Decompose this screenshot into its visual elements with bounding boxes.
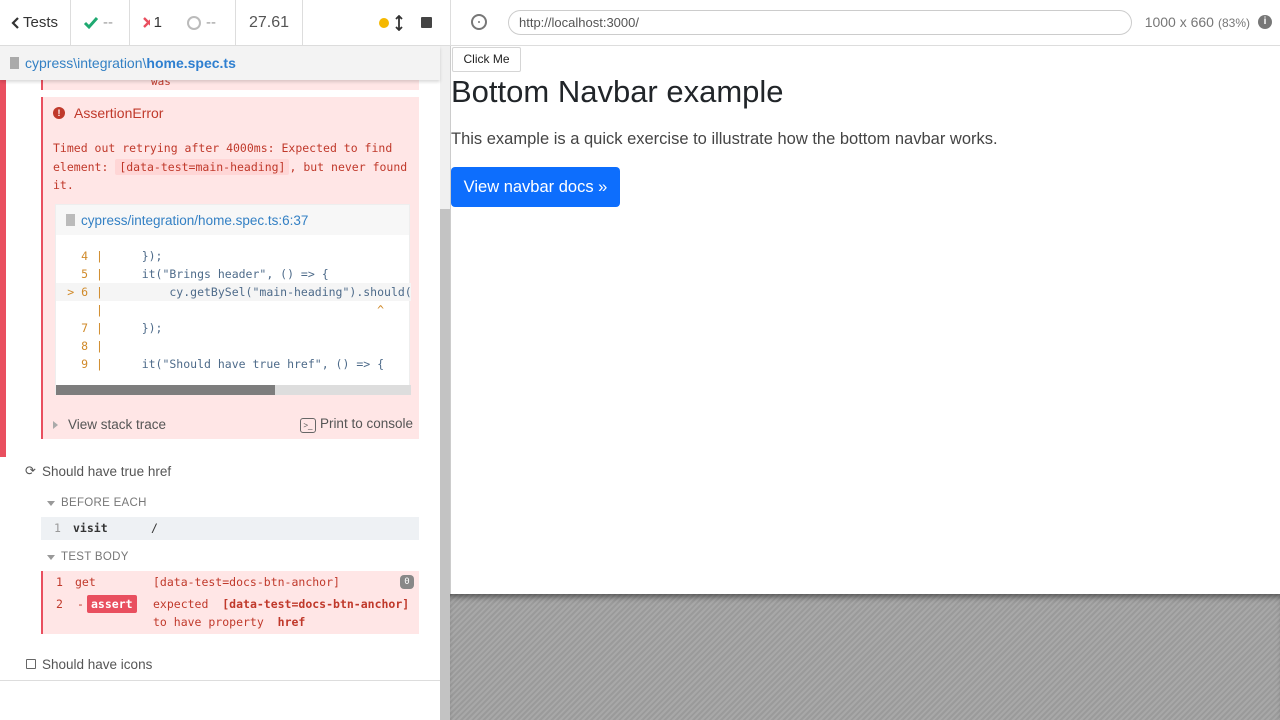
run-controls — [303, 0, 450, 45]
assert-badge: assert — [87, 595, 137, 613]
test-title-should-have-icons[interactable]: Should have icons — [24, 657, 152, 672]
page-heading: Bottom Navbar example — [451, 74, 784, 109]
error-panel: ! AssertionError Timed out retrying afte… — [41, 97, 419, 439]
error-message: Timed out retrying after 4000ms: Expecte… — [53, 141, 408, 192]
selector-playground-crosshair-icon[interactable] — [471, 14, 487, 30]
failed-test-stripe — [0, 80, 6, 457]
click-me-button[interactable]: Click Me — [452, 47, 521, 72]
duration: 27.61 — [236, 0, 303, 45]
code-line-highlighted: > 6 | cy.getBySel("main-heading").should( — [56, 283, 411, 301]
element-count-badge: 0 — [400, 575, 414, 589]
square-icon — [24, 657, 37, 672]
reporter-panel: Tests -- 1 -- 27.61 cypress\integration\… — [0, 0, 450, 720]
file-icon — [10, 57, 19, 69]
previous-command-tail: was — [41, 80, 419, 90]
error-title: ! AssertionError — [53, 105, 163, 121]
terminal-icon: >_ — [299, 417, 316, 433]
tests-label: Tests — [22, 14, 58, 31]
scrollbar-thumb[interactable] — [440, 209, 450, 720]
tests-back-button[interactable]: Tests — [0, 0, 71, 45]
divider — [0, 680, 440, 681]
reporter-scrollbar[interactable] — [440, 46, 450, 720]
code-line: 5 | it("Brings header", () => { — [81, 267, 329, 281]
info-icon[interactable]: i — [1258, 15, 1272, 29]
aut-iframe: Click Me Bottom Navbar example This exam… — [450, 46, 1280, 594]
code-line: 4 | }); — [81, 249, 163, 263]
code-line: 9 | it("Should have true href", () => { — [81, 357, 385, 371]
arrows-vertical-icon[interactable] — [395, 14, 403, 31]
url-bar[interactable]: http://localhost:3000/ — [508, 10, 1132, 35]
failed-count: 1 — [130, 0, 174, 45]
scrollbar-thumb[interactable] — [56, 385, 275, 395]
hook-before-each[interactable]: BEFORE EACH — [47, 497, 147, 509]
code-line: 7 | }); — [81, 321, 163, 335]
circle-notch-icon — [187, 15, 201, 30]
passed-count: -- — [71, 0, 130, 45]
pending-count: -- — [174, 0, 236, 45]
assert-message: expected [data-test=docs-btn-anchor] to … — [153, 597, 410, 629]
stats-bar: Tests -- 1 -- 27.61 — [0, 0, 450, 46]
file-icon — [66, 214, 75, 226]
code-frame-scrollbar[interactable] — [56, 385, 411, 395]
running-status-dot — [379, 17, 389, 28]
spec-dir: cypress\integration\ — [25, 55, 147, 71]
command-visit[interactable]: 1 visit / — [41, 517, 419, 540]
failed-commands: 1 get [data-test=docs-btn-anchor] 0 2 - … — [41, 571, 419, 634]
spec-file-bar: cypress\integration\ home.spec.ts — [0, 46, 440, 80]
view-navbar-docs-button[interactable]: View navbar docs » — [451, 167, 620, 207]
code-line: | ^ — [96, 303, 385, 317]
x-icon — [143, 17, 150, 28]
code-line: 8 | — [81, 339, 103, 353]
aut-header: http://localhost:3000/ 1000 x 660 (83%) i — [450, 0, 1280, 46]
command-get[interactable]: 1 get [data-test=docs-btn-anchor] 0 — [43, 571, 419, 593]
code-frame: cypress/integration/home.spec.ts:6:37 4 |… — [55, 204, 411, 395]
test-title-should-have-true-href[interactable]: ⟳ Should have true href — [24, 463, 171, 479]
view-stack-trace-toggle[interactable]: View stack trace — [53, 417, 166, 432]
aut-empty-area — [450, 594, 1280, 720]
runnable-list: was ! AssertionError Timed out retrying … — [0, 80, 440, 680]
error-footer: View stack trace >_ Print to console — [53, 415, 413, 433]
hook-test-body[interactable]: TEST BODY — [47, 551, 129, 563]
chevron-left-icon — [11, 16, 19, 29]
caret-down-icon — [47, 500, 55, 506]
print-to-console-button[interactable]: >_ Print to console — [299, 416, 413, 433]
spec-file-link[interactable]: home.spec.ts — [146, 55, 235, 71]
caret-right-icon — [53, 420, 58, 429]
viewport-size[interactable]: 1000 x 660 (83%) — [1145, 14, 1250, 30]
code-frame-file-link[interactable]: cypress/integration/home.spec.ts:6:37 — [56, 205, 409, 235]
stop-button[interactable] — [421, 17, 432, 28]
check-icon — [83, 16, 99, 29]
refresh-icon: ⟳ — [25, 463, 36, 478]
caret-down-icon — [47, 554, 55, 560]
exclamation-circle-icon: ! — [53, 107, 65, 119]
lead-text: This example is a quick exercise to illu… — [451, 130, 998, 148]
